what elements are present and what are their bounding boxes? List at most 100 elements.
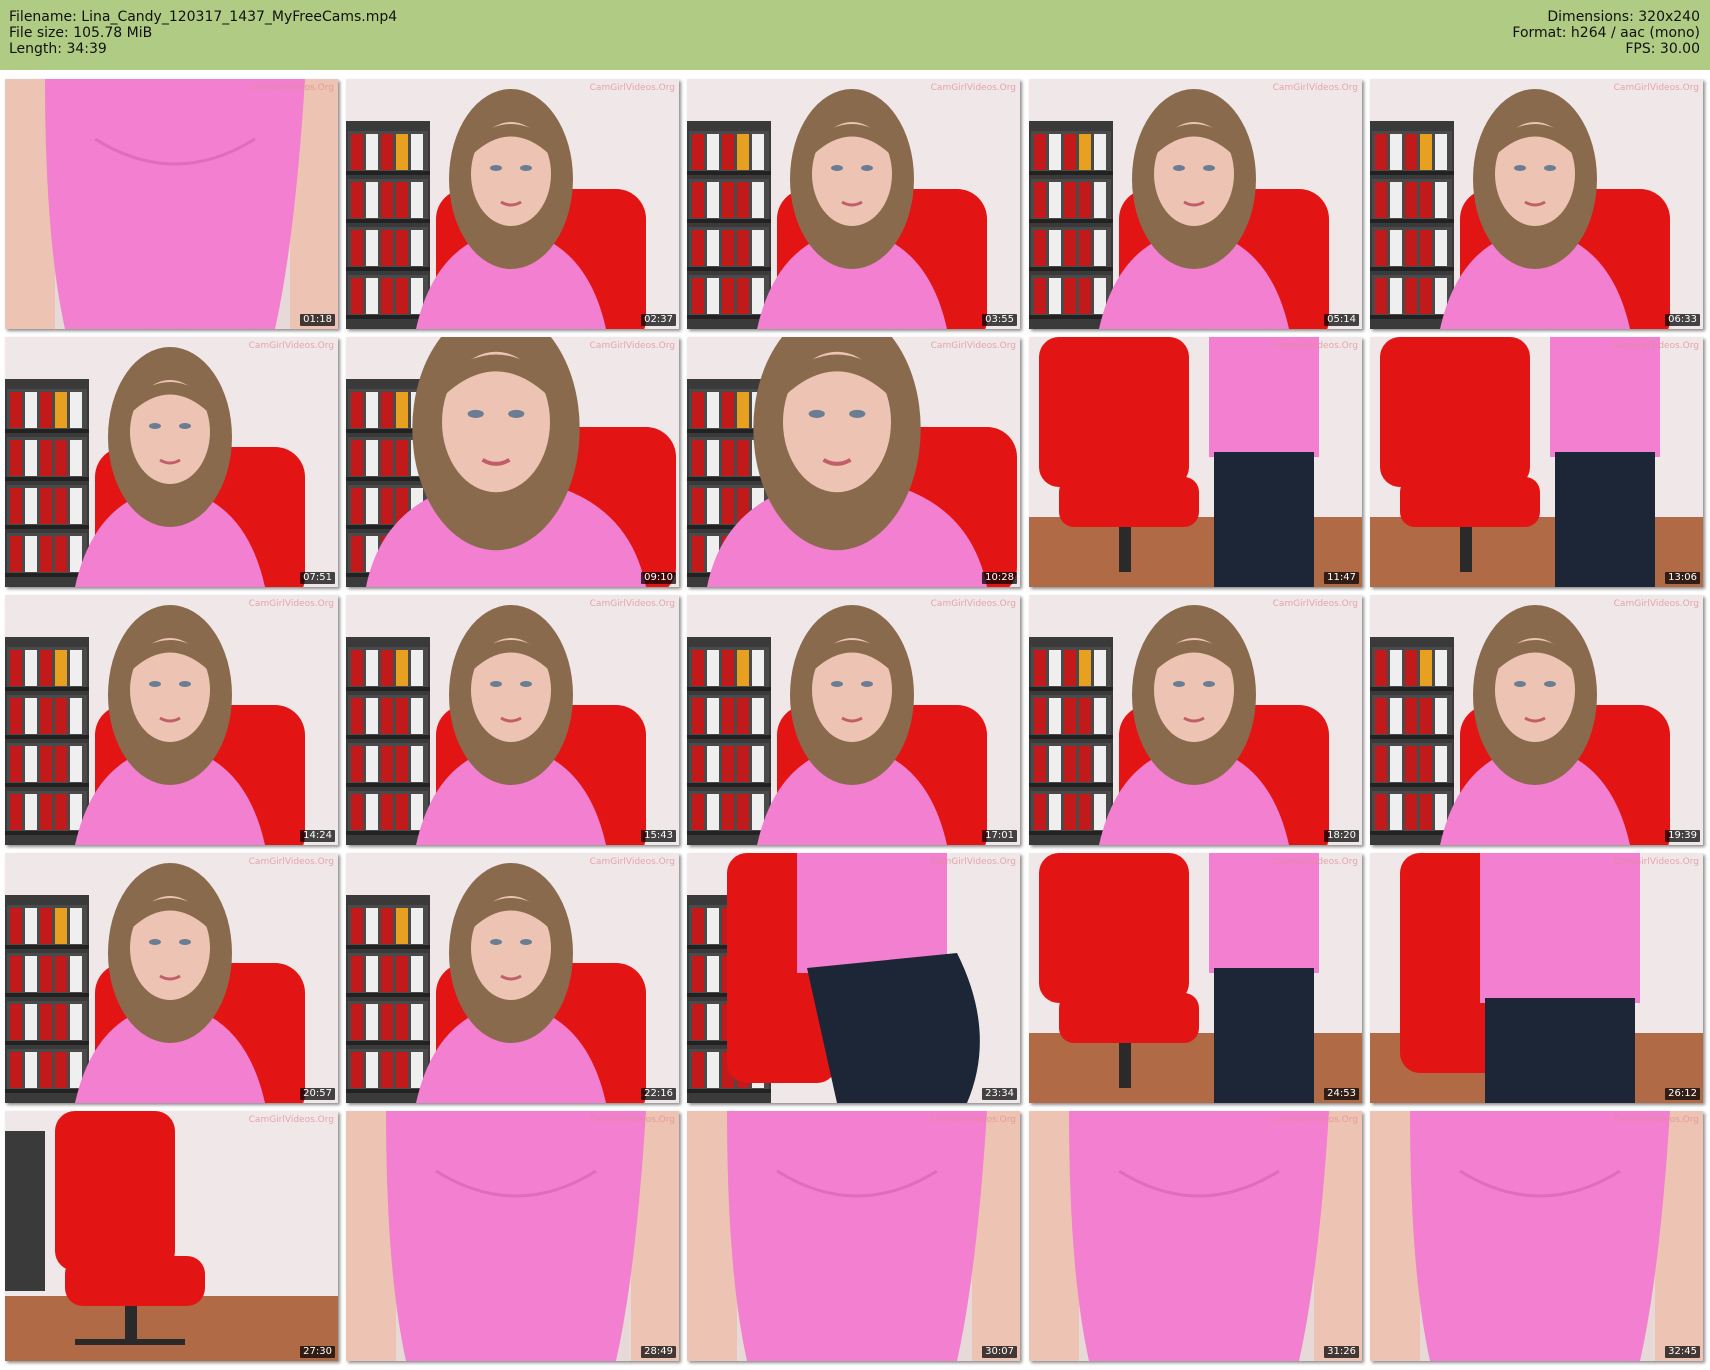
meta-left: Filename: Lina_Candy_120317_1437_MyFreeC… bbox=[9, 9, 397, 57]
timestamp-label: 24:53 bbox=[1324, 1088, 1359, 1100]
thumbnail-frame: CamGirlVideos.Org 26:12 bbox=[1370, 853, 1703, 1103]
watermark-text: CamGirlVideos.Org bbox=[1613, 83, 1699, 93]
thumbnail-image bbox=[1370, 79, 1703, 329]
watermark-text: CamGirlVideos.Org bbox=[1272, 83, 1358, 93]
watermark-text: CamGirlVideos.Org bbox=[589, 341, 675, 351]
thumbnail-grid: CamGirlVideos.Org 01:18 CamGirlVideos.Org… bbox=[0, 70, 1710, 1370]
thumbnail-frame: CamGirlVideos.Org 06:33 bbox=[1370, 79, 1703, 329]
fps-text: FPS: 30.00 bbox=[1625, 41, 1700, 57]
thumbnail-frame: CamGirlVideos.Org 23:34 bbox=[687, 853, 1020, 1103]
watermark-text: CamGirlVideos.Org bbox=[248, 599, 334, 609]
filesize-text: File size: 105.78 MiB bbox=[9, 25, 153, 41]
watermark-text: CamGirlVideos.Org bbox=[1613, 599, 1699, 609]
watermark-text: CamGirlVideos.Org bbox=[930, 1115, 1016, 1125]
thumbnail-image bbox=[1370, 853, 1703, 1103]
watermark-text: CamGirlVideos.Org bbox=[589, 599, 675, 609]
timestamp-label: 27:30 bbox=[300, 1346, 335, 1358]
thumbnail-image bbox=[687, 595, 1020, 845]
thumbnail-image bbox=[5, 1111, 338, 1361]
format-text: Format: h264 / aac (mono) bbox=[1512, 25, 1700, 41]
thumbnail-frame: CamGirlVideos.Org 32:45 bbox=[1370, 1111, 1703, 1361]
timestamp-label: 11:47 bbox=[1324, 572, 1359, 584]
meta-right: Dimensions: 320x240 Format: h264 / aac (… bbox=[1512, 9, 1700, 57]
thumbnail-frame: CamGirlVideos.Org 15:43 bbox=[346, 595, 679, 845]
thumbnail-image bbox=[346, 1111, 679, 1361]
timestamp-label: 18:20 bbox=[1324, 830, 1359, 842]
dimensions-text: Dimensions: 320x240 bbox=[1547, 9, 1700, 25]
timestamp-label: 03:55 bbox=[982, 314, 1017, 326]
thumbnail-image bbox=[1029, 853, 1362, 1103]
timestamp-label: 10:28 bbox=[982, 572, 1017, 584]
thumbnail-frame: CamGirlVideos.Org 31:26 bbox=[1029, 1111, 1362, 1361]
timestamp-label: 22:16 bbox=[641, 1088, 676, 1100]
timestamp-label: 02:37 bbox=[641, 314, 676, 326]
timestamp-label: 20:57 bbox=[300, 1088, 335, 1100]
thumbnail-image bbox=[1370, 337, 1703, 587]
thumbnail-image bbox=[1029, 337, 1362, 587]
watermark-text: CamGirlVideos.Org bbox=[930, 341, 1016, 351]
timestamp-label: 01:18 bbox=[300, 314, 335, 326]
watermark-text: CamGirlVideos.Org bbox=[248, 83, 334, 93]
thumbnail-frame: CamGirlVideos.Org 22:16 bbox=[346, 853, 679, 1103]
thumbnail-image bbox=[5, 337, 338, 587]
watermark-text: CamGirlVideos.Org bbox=[589, 857, 675, 867]
watermark-text: CamGirlVideos.Org bbox=[1272, 599, 1358, 609]
thumbnail-image bbox=[1370, 595, 1703, 845]
thumbnail-frame: CamGirlVideos.Org 27:30 bbox=[5, 1111, 338, 1361]
timestamp-label: 17:01 bbox=[982, 830, 1017, 842]
thumbnail-frame: CamGirlVideos.Org 05:14 bbox=[1029, 79, 1362, 329]
thumbnail-frame: CamGirlVideos.Org 13:06 bbox=[1370, 337, 1703, 587]
thumbnail-frame: CamGirlVideos.Org 17:01 bbox=[687, 595, 1020, 845]
thumbnail-image bbox=[1029, 1111, 1362, 1361]
thumbnail-image bbox=[346, 595, 679, 845]
thumbnail-frame: CamGirlVideos.Org 07:51 bbox=[5, 337, 338, 587]
timestamp-label: 31:26 bbox=[1324, 1346, 1359, 1358]
watermark-text: CamGirlVideos.Org bbox=[930, 599, 1016, 609]
thumbnail-image bbox=[687, 1111, 1020, 1361]
thumbnail-frame: CamGirlVideos.Org 20:57 bbox=[5, 853, 338, 1103]
thumbnail-image bbox=[1370, 1111, 1703, 1361]
timestamp-label: 23:34 bbox=[982, 1088, 1017, 1100]
timestamp-label: 14:24 bbox=[300, 830, 335, 842]
watermark-text: CamGirlVideos.Org bbox=[1613, 341, 1699, 351]
thumbnail-image bbox=[687, 853, 1020, 1103]
timestamp-label: 30:07 bbox=[982, 1346, 1017, 1358]
thumbnail-image bbox=[5, 595, 338, 845]
timestamp-label: 19:39 bbox=[1665, 830, 1700, 842]
length-text: Length: 34:39 bbox=[9, 41, 107, 57]
thumbnail-frame: CamGirlVideos.Org 30:07 bbox=[687, 1111, 1020, 1361]
watermark-text: CamGirlVideos.Org bbox=[1272, 857, 1358, 867]
thumbnail-image bbox=[687, 79, 1020, 329]
timestamp-label: 05:14 bbox=[1324, 314, 1359, 326]
watermark-text: CamGirlVideos.Org bbox=[1613, 1115, 1699, 1125]
timestamp-label: 28:49 bbox=[641, 1346, 676, 1358]
timestamp-label: 09:10 bbox=[641, 572, 676, 584]
thumbnail-frame: CamGirlVideos.Org 03:55 bbox=[687, 79, 1020, 329]
thumbnail-image bbox=[346, 79, 679, 329]
info-header: Filename: Lina_Candy_120317_1437_MyFreeC… bbox=[0, 0, 1710, 70]
thumbnail-frame: CamGirlVideos.Org 10:28 bbox=[687, 337, 1020, 587]
thumbnail-image bbox=[1029, 595, 1362, 845]
thumbnail-frame: CamGirlVideos.Org 14:24 bbox=[5, 595, 338, 845]
thumbnail-image bbox=[5, 853, 338, 1103]
thumbnail-frame: CamGirlVideos.Org 18:20 bbox=[1029, 595, 1362, 845]
watermark-text: CamGirlVideos.Org bbox=[248, 1115, 334, 1125]
watermark-text: CamGirlVideos.Org bbox=[248, 341, 334, 351]
thumbnail-frame: CamGirlVideos.Org 19:39 bbox=[1370, 595, 1703, 845]
watermark-text: CamGirlVideos.Org bbox=[1613, 857, 1699, 867]
watermark-text: CamGirlVideos.Org bbox=[589, 83, 675, 93]
timestamp-label: 15:43 bbox=[641, 830, 676, 842]
thumbnail-image bbox=[346, 853, 679, 1103]
thumbnail-frame: CamGirlVideos.Org 11:47 bbox=[1029, 337, 1362, 587]
thumbnail-frame: CamGirlVideos.Org 02:37 bbox=[346, 79, 679, 329]
thumbnail-frame: CamGirlVideos.Org 09:10 bbox=[346, 337, 679, 587]
watermark-text: CamGirlVideos.Org bbox=[1272, 1115, 1358, 1125]
thumbnail-frame: CamGirlVideos.Org 28:49 bbox=[346, 1111, 679, 1361]
watermark-text: CamGirlVideos.Org bbox=[589, 1115, 675, 1125]
watermark-text: CamGirlVideos.Org bbox=[1272, 341, 1358, 351]
timestamp-label: 32:45 bbox=[1665, 1346, 1700, 1358]
timestamp-label: 26:12 bbox=[1665, 1088, 1700, 1100]
thumbnail-image bbox=[1029, 79, 1362, 329]
watermark-text: CamGirlVideos.Org bbox=[930, 83, 1016, 93]
timestamp-label: 06:33 bbox=[1665, 314, 1700, 326]
